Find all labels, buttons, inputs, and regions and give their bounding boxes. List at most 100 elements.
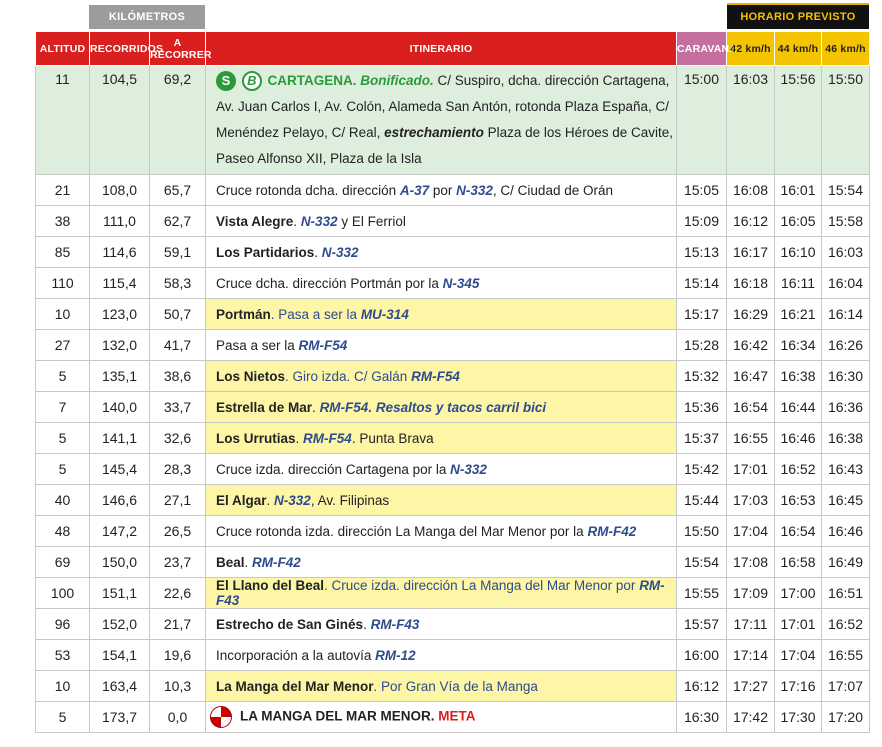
time-44: 16:10 [774, 236, 822, 268]
time-46: 16:45 [821, 484, 870, 516]
col-44kmh: 44 km/h [774, 31, 822, 66]
itinerary-text-c: MU-314 [360, 306, 409, 322]
itinerary-text-c: META [438, 708, 476, 724]
itinerary-text-b: . [266, 492, 275, 508]
table-row: 110 115,4 58,3 Cruce dcha. dirección Portmá… [35, 267, 870, 299]
recorridos-cell: 152,0 [89, 608, 150, 640]
table-row: 5 135,1 38,6 Los Nietos. Giro izda. C/ Galá… [35, 360, 870, 392]
itinerary-text-a: La Manga del Mar Menor [216, 678, 374, 694]
col-caravana: CARAVANA [676, 31, 737, 66]
itinerary-text-a: LA MANGA DEL MAR MENOR [240, 708, 431, 724]
altitud-cell: 5 [35, 360, 90, 392]
itinerary-text-a: Beal [216, 554, 245, 570]
table-row: 53 154,1 19,6 Incorporación a la autovía RM… [35, 639, 870, 671]
itinerario-cell: Incorporación a la autovía RM-12 [205, 639, 677, 671]
itinerary-text-b: . [244, 554, 253, 570]
altitud-cell: 10 [35, 670, 90, 702]
time-44: 17:30 [774, 701, 822, 733]
time-44: 17:04 [774, 639, 822, 671]
itinerary-text-d: y El Ferriol [337, 213, 406, 229]
a-recorrer-cell: 26,5 [149, 515, 206, 547]
itinerario-cell: El Algar. N-332, Av. Filipinas [205, 484, 677, 516]
table-row: 10 123,0 50,7 Portmán. Pasa a ser la MU-314… [35, 298, 870, 330]
a-recorrer-cell: 38,6 [149, 360, 206, 392]
time-44: 16:46 [774, 422, 822, 454]
a-recorrer-cell: 59,1 [149, 236, 206, 268]
a-recorrer-cell: 0,0 [149, 701, 206, 733]
itinerary-text-c: RM-F42 [252, 554, 301, 570]
col-itinerario: ITINERARIO [205, 31, 677, 66]
itinerario-cell: Los Partidarios. N-332 [205, 236, 677, 268]
time-46: 16:36 [821, 391, 870, 423]
itinerary-text-b: . Giro izda. C/ Galán [285, 368, 412, 384]
time-42: 16:29 [726, 298, 775, 330]
recorridos-cell: 146,6 [89, 484, 150, 516]
itinerary-text-b: RM-12 [375, 647, 416, 663]
itinerario-cell: El Llano del Beal. Cruce izda. dirección… [205, 577, 677, 609]
caravana-time: 16:00 [676, 639, 727, 671]
caravana-time: 15:55 [676, 577, 727, 609]
bonificado-label: Bonificado. [360, 73, 434, 88]
table-row: 5 141,1 32,6 Los Urrutias. RM-F54. Punta Br… [35, 422, 870, 454]
col-recorridos: RECORRIDOS [89, 31, 163, 66]
a-recorrer-cell: 27,1 [149, 484, 206, 516]
time-42: 17:03 [726, 484, 775, 516]
table-row: 21 108,0 65,7 Cruce rotonda dcha. dirección… [35, 174, 870, 206]
itinerary-text-d: , Av. Filipinas [310, 492, 390, 508]
itinerary-text-b: . [314, 244, 322, 260]
itinerary-text-c: RM-F54 [303, 430, 352, 446]
itinerary-text-c: N-332 [321, 244, 359, 260]
itinerary-text-a: Estrella de Mar [216, 399, 313, 415]
table-body: 11 104,5 69,2 S B CARTAGENA. Bonificado.… [35, 65, 870, 733]
itinerary-text-c: N-332 [300, 213, 338, 229]
itinerary-text-b: . Cruce izda. dirección La Manga del Mar… [324, 578, 640, 593]
time-44: 16:11 [774, 267, 822, 299]
caravana-time: 15:57 [676, 608, 727, 640]
itinerary-text-a: Cruce dcha. dirección Portmán por la [216, 275, 443, 291]
time-46: 16:43 [821, 453, 870, 485]
time-42: 16:18 [726, 267, 775, 299]
itinerary-text-b: A-37 [399, 182, 430, 198]
itinerary-text-b: . [293, 213, 301, 229]
time-42: 17:08 [726, 546, 775, 578]
caravana-time: 15:28 [676, 329, 727, 361]
itinerary-text-a: Portmán [216, 306, 271, 322]
recorridos-cell: 111,0 [89, 205, 150, 237]
time-42: 17:04 [726, 515, 775, 547]
time-44: 16:34 [774, 329, 822, 361]
col-a-recorrer: A RECORRER [149, 31, 212, 66]
recorridos-cell: 115,4 [89, 267, 150, 299]
itinerario-cell: Cruce dcha. dirección Portmán por la N-3… [205, 267, 677, 299]
time-42: 16:47 [726, 360, 775, 392]
table-row: 5 145,4 28,3 Cruce izda. dirección Cartagen… [35, 453, 870, 485]
altitud-cell: 21 [35, 174, 90, 206]
time-46: 16:46 [821, 515, 870, 547]
caravana-time: 15:50 [676, 515, 727, 547]
itinerary-text-a: Los Nietos [216, 368, 286, 384]
time-46: 15:54 [821, 174, 870, 206]
time-44: 16:53 [774, 484, 822, 516]
caravana-time: 15:13 [676, 236, 727, 268]
time-46: 16:30 [821, 360, 870, 392]
itinerario-cell: Cruce izda. dirección Cartagena por la N… [205, 453, 677, 485]
time-46: 17:07 [821, 670, 870, 702]
time-44: 16:58 [774, 546, 822, 578]
itinerary-text-b: N-345 [442, 275, 480, 291]
col-42kmh: 42 km/h [726, 31, 775, 66]
recorridos-cell: 141,1 [89, 422, 150, 454]
time-44: 16:05 [774, 205, 822, 237]
itinerario-cell: Vista Alegre. N-332 y El Ferriol [205, 205, 677, 237]
caravana-time: 15:09 [676, 205, 727, 237]
altitud-cell: 69 [35, 546, 90, 578]
itinerary-text-a: El Llano del Beal [216, 578, 325, 593]
caravana-time: 15:32 [676, 360, 727, 392]
time-42: 17:27 [726, 670, 775, 702]
table-row: 40 146,6 27,1 El Algar. N-332, Av. Filipina… [35, 484, 870, 516]
itinerary-text-a: Estrecho de San Ginés [216, 616, 364, 632]
altitud-cell: 48 [35, 515, 90, 547]
itinerary-text-c: RM-F54. Resaltos y tacos carril bici [319, 399, 547, 415]
time-46: 16:26 [821, 329, 870, 361]
time-44: 17:16 [774, 670, 822, 702]
recorridos-cell: 123,0 [89, 298, 150, 330]
sprint-icon: S [216, 71, 236, 92]
